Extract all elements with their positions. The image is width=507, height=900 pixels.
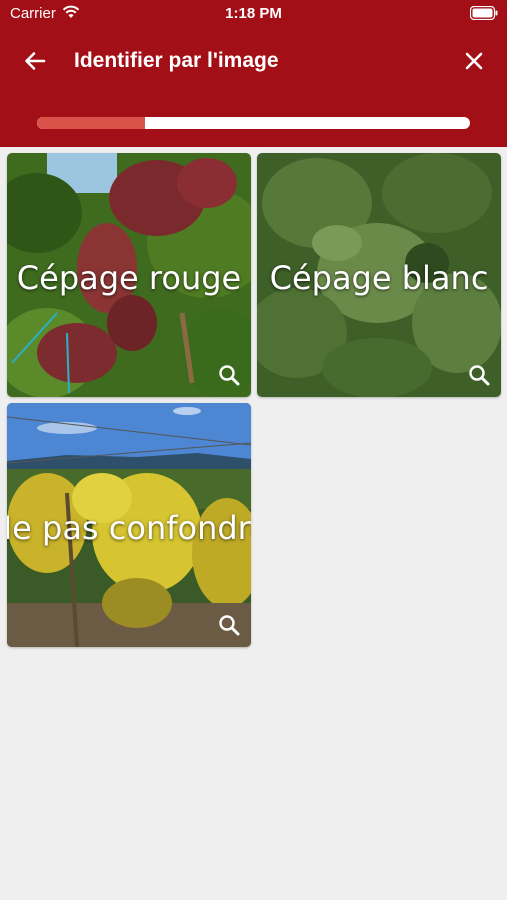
- card-cepage-rouge[interactable]: Cépage rouge: [7, 153, 251, 397]
- search-zoom-icon[interactable]: [217, 363, 241, 387]
- search-zoom-icon[interactable]: [217, 613, 241, 637]
- card-label: Cépage blanc: [269, 259, 489, 297]
- back-arrow-icon[interactable]: [20, 46, 50, 76]
- page-title: Identifier par l'image: [74, 49, 279, 72]
- battery-icon: [470, 6, 498, 20]
- app-header: Carrier 1:18 PM Identifier par l'image: [0, 0, 507, 147]
- progress-bar: [37, 117, 470, 129]
- card-label: Cépage rouge: [16, 259, 242, 297]
- status-bar: Carrier 1:18 PM: [0, 0, 507, 28]
- search-zoom-icon[interactable]: [467, 363, 491, 387]
- card-ne-pas-confondre[interactable]: Ne pas confondre: [7, 403, 251, 647]
- card-cepage-blanc[interactable]: Cépage blanc: [257, 153, 501, 397]
- status-time: 1:18 PM: [225, 5, 282, 22]
- close-icon[interactable]: [459, 46, 489, 76]
- progress-bar-fill: [37, 117, 146, 129]
- card-label: Ne pas confondre: [7, 509, 251, 547]
